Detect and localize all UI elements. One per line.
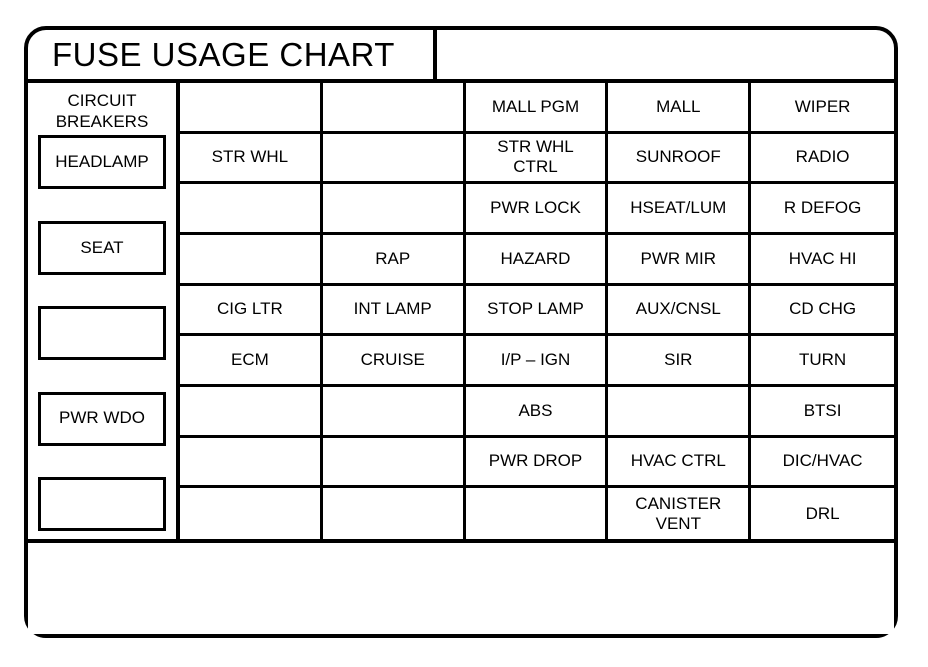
fuse-cell-label: CRUISE: [360, 350, 425, 370]
fuse-cell-label: RADIO: [795, 147, 850, 167]
fuse-cell-label: BTSI: [803, 400, 842, 420]
fuse-cell: SIR: [608, 336, 752, 387]
circuit-breakers-heading: CIRCUIT BREAKERS: [55, 91, 149, 131]
fuse-cell-label: ABS: [518, 400, 553, 420]
fuse-cell: PWR LOCK: [465, 184, 609, 235]
fuse-cell-label: STR WHL: [211, 147, 289, 167]
fuse-cell-label: SIR: [664, 350, 693, 370]
circuit-breaker-list: HEADLAMP SEAT PWR WDO: [38, 135, 166, 535]
fuse-cell: HAZARD: [465, 235, 609, 286]
fuse-cell-label: PWR LOCK: [490, 198, 581, 218]
fuse-cell-label: HAZARD: [500, 248, 571, 268]
page-title: FUSE USAGE CHART: [52, 36, 395, 73]
fuse-cell-label: DRL: [805, 503, 840, 523]
fuse-cell-label: RAP: [375, 248, 411, 268]
circuit-breaker-label: SEAT: [80, 237, 124, 257]
fuse-cell-label: MALL: [656, 96, 701, 116]
fuse-cell: HVAC HI: [751, 235, 894, 286]
fuse-cell: DIC/HVAC: [751, 437, 894, 489]
fuse-cell: INT LAMP: [322, 285, 466, 337]
fuse-cell: [322, 184, 466, 235]
fuse-cell: [465, 488, 609, 539]
fuse-cell: STOP LAMP: [465, 285, 609, 337]
fuse-cell-label: R DEFOG: [783, 198, 862, 218]
fuse-grid: MALL PGM MALL WIPER STR WHL STR WHL CTRL SUNR…: [180, 83, 894, 539]
fuse-cell-label: CD CHG: [789, 299, 857, 319]
fuse-cell: [322, 83, 466, 134]
fuse-cell: [180, 235, 323, 286]
fuse-cell-label: CANISTER VENT: [635, 493, 722, 533]
fuse-cell: PWR MIR: [608, 235, 752, 286]
fuse-cell-label: PWR MIR: [640, 248, 717, 268]
fuse-cell: PWR DROP: [465, 437, 609, 489]
fuse-cell: BTSI: [751, 387, 894, 438]
fuse-cell-label: SUNROOF: [635, 147, 721, 167]
fuse-cell: SUNROOF: [608, 133, 752, 185]
fuse-cell: ECM: [180, 336, 323, 387]
fuse-cell: ABS: [465, 387, 609, 438]
fuse-cell: RAP: [322, 235, 466, 286]
fuse-cell: HVAC CTRL: [608, 437, 752, 489]
chart-title-bar: FUSE USAGE CHART: [28, 30, 894, 83]
fuse-cell: DRL: [751, 488, 894, 539]
fuse-cell-label: STR WHL CTRL: [497, 137, 574, 177]
circuit-breaker-label: HEADLAMP: [55, 152, 149, 172]
fuse-usage-chart-panel: FUSE USAGE CHART CIRCUIT BREAKERS HEADLA…: [24, 26, 898, 638]
fuse-cell-label: STOP LAMP: [487, 299, 584, 319]
fuse-cell: [180, 184, 323, 235]
fuse-cell-label: HVAC CTRL: [630, 451, 726, 471]
fuse-cell: CANISTER VENT: [608, 488, 752, 539]
chart-body: CIRCUIT BREAKERS HEADLAMP SEAT PWR WDO M…: [28, 83, 894, 539]
circuit-breakers-column: CIRCUIT BREAKERS HEADLAMP SEAT PWR WDO: [28, 83, 180, 539]
fuse-cell-label: PWR DROP: [488, 451, 583, 471]
circuit-breaker-box: PWR WDO: [38, 391, 166, 446]
fuse-cell: [322, 437, 466, 489]
fuse-cell: RADIO: [751, 133, 894, 185]
circuit-breaker-box: HEADLAMP: [38, 135, 166, 190]
fuse-cell-label: HSEAT/LUM: [630, 198, 727, 218]
fuse-cell: CD CHG: [751, 285, 894, 337]
fuse-cell: TURN: [751, 336, 894, 387]
circuit-breaker-box: SEAT: [38, 220, 166, 275]
fuse-cell-label: CIG LTR: [216, 299, 283, 319]
circuit-breaker-box: [38, 306, 166, 361]
fuse-cell: HSEAT/LUM: [608, 184, 752, 235]
fuse-cell: STR WHL CTRL: [465, 133, 609, 185]
fuse-cell: CIG LTR: [180, 285, 323, 337]
fuse-cell: [322, 133, 466, 185]
fuse-cell-label: ECM: [231, 350, 269, 370]
fuse-cell: [608, 387, 752, 438]
chart-footer-strip: [28, 539, 894, 634]
fuse-cell: MALL PGM: [465, 83, 609, 134]
fuse-cell-label: WIPER: [794, 96, 851, 116]
circuit-breaker-box: [38, 476, 166, 531]
fuse-cell: [180, 488, 323, 539]
chart-title-cell: FUSE USAGE CHART: [28, 30, 437, 79]
fuse-cell: [322, 387, 466, 438]
fuse-cell-label: AUX/CNSL: [635, 299, 721, 319]
fuse-cell: I/P – IGN: [465, 336, 609, 387]
fuse-cell: [180, 83, 323, 134]
fuse-cell: [180, 437, 323, 489]
fuse-cell-label: I/P – IGN: [500, 350, 571, 370]
fuse-cell-label: TURN: [798, 350, 847, 370]
circuit-breaker-label: PWR WDO: [59, 408, 145, 428]
fuse-cell-label: DIC/HVAC: [782, 451, 863, 471]
fuse-cell: R DEFOG: [751, 184, 894, 235]
fuse-cell: WIPER: [751, 83, 894, 134]
fuse-cell: [322, 488, 466, 539]
fuse-cell-label: INT LAMP: [353, 299, 432, 319]
fuse-cell: AUX/CNSL: [608, 285, 752, 337]
title-blank-cell: [437, 30, 894, 79]
fuse-cell: CRUISE: [322, 336, 466, 387]
fuse-cell-label: MALL PGM: [491, 96, 580, 116]
fuse-cell: STR WHL: [180, 133, 323, 185]
fuse-cell: MALL: [608, 83, 752, 134]
fuse-cell: [180, 387, 323, 438]
fuse-cell-label: HVAC HI: [788, 248, 857, 268]
